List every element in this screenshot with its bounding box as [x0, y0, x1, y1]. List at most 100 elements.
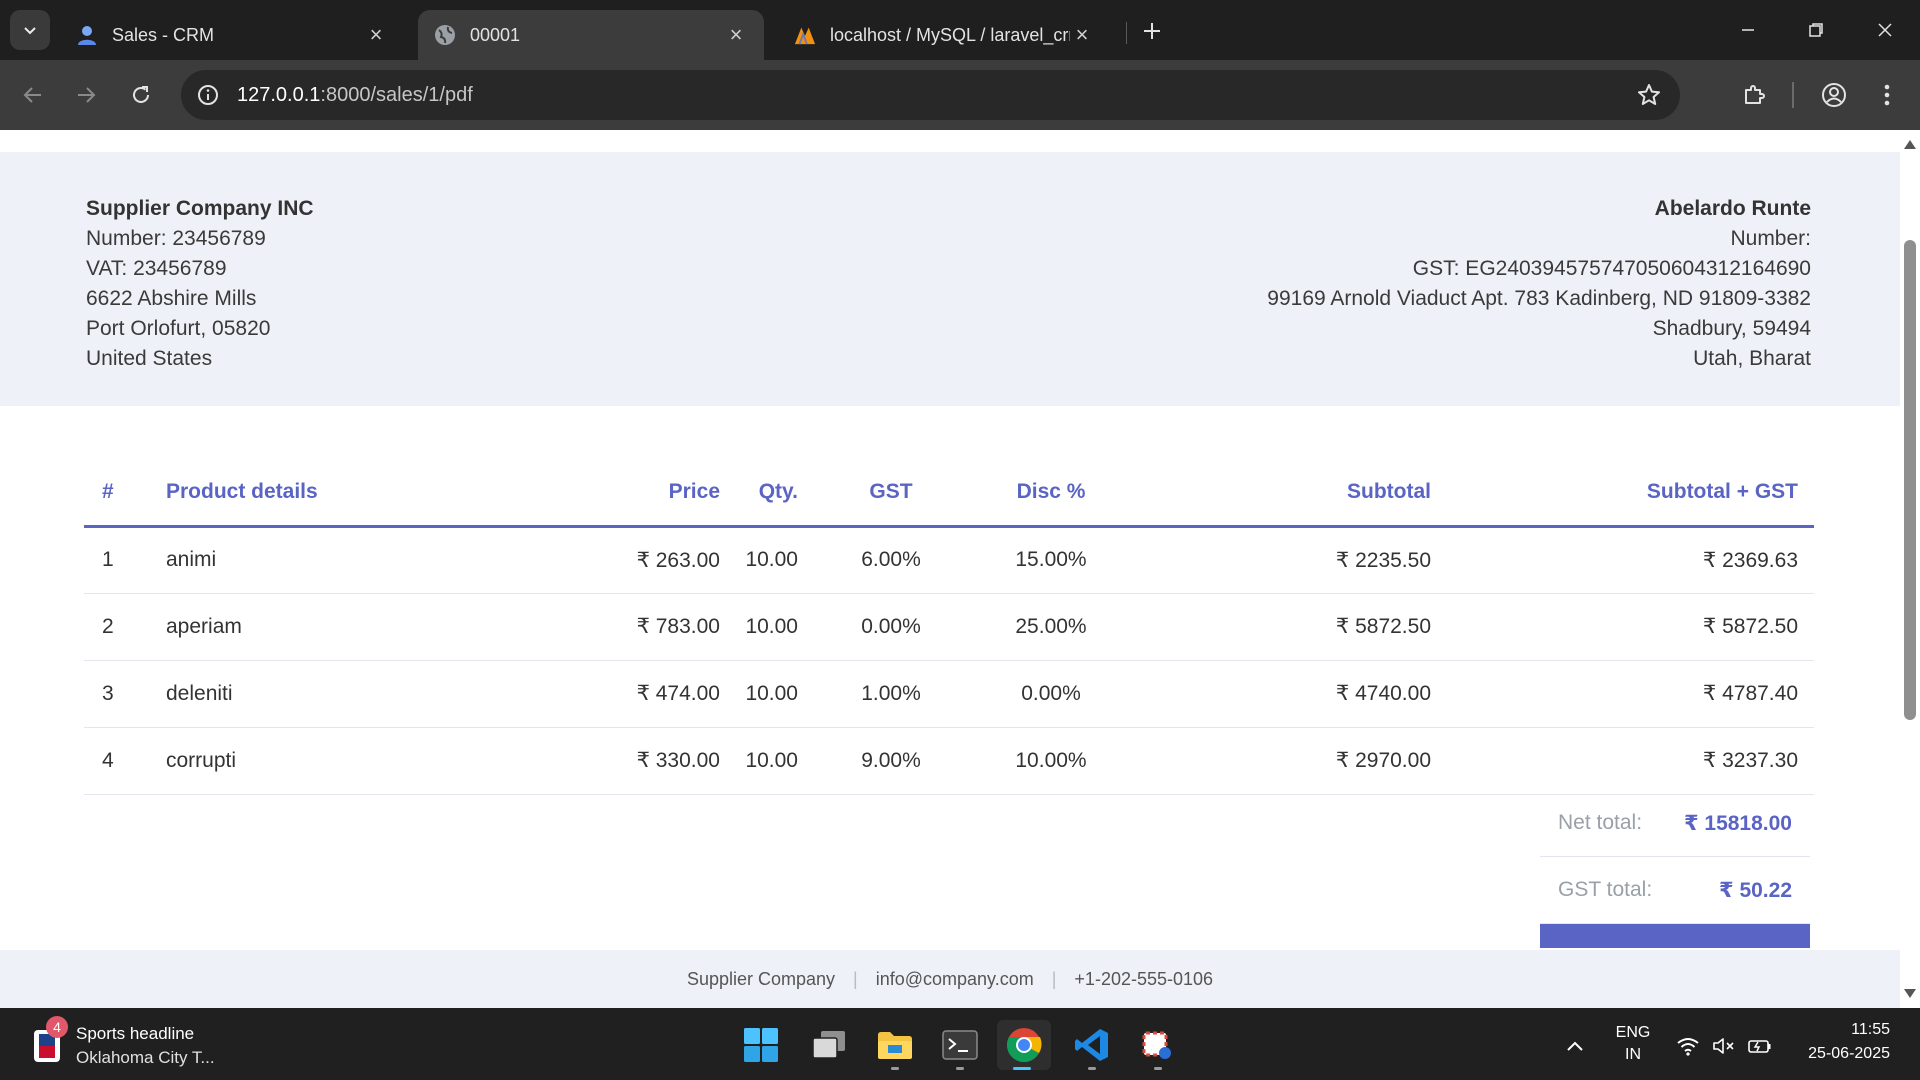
gst-total-row: GST total: ₹ 50.22 — [1540, 857, 1810, 924]
cell-index: 1 — [84, 526, 166, 594]
footer-separator: | — [1051, 968, 1057, 989]
supplier-name: Supplier Company INC — [86, 197, 314, 220]
chevron-down-icon — [24, 27, 36, 35]
close-icon[interactable]: × — [364, 22, 388, 47]
close-icon[interactable]: × — [1070, 22, 1094, 47]
cell-qty: 10.00 — [720, 526, 816, 594]
terminal-button[interactable] — [935, 1020, 985, 1070]
reload-icon — [133, 86, 149, 103]
snipping-tool-button[interactable] — [1133, 1020, 1183, 1070]
tab-00001[interactable]: 00001 × — [418, 10, 764, 60]
column-header-price: Price — [536, 460, 720, 528]
supplier-address1: 6622 Abshire Mills — [86, 287, 257, 310]
volume-muted-icon[interactable] — [1711, 1034, 1737, 1058]
cell-qty: 10.00 — [720, 593, 816, 661]
url-host: 127.0.0.1 — [237, 83, 321, 106]
cell-price: ₹ 263.00 — [536, 526, 720, 594]
cell-subtotal-gst: ₹ 4787.40 — [1431, 660, 1814, 728]
tab-phpmyadmin[interactable]: localhost / MySQL / laravel_crm × — [778, 10, 1110, 60]
cell-product: animi — [166, 526, 536, 594]
news-subtitle: Oklahoma City T... — [76, 1048, 215, 1067]
close-window-button[interactable] — [1861, 10, 1909, 50]
restore-icon — [1809, 23, 1823, 37]
vscode-button[interactable] — [1067, 1020, 1117, 1070]
minimize-button[interactable] — [1724, 10, 1772, 50]
clock-time[interactable]: 11:55 — [1790, 1021, 1890, 1039]
cell-subtotal: ₹ 5872.50 — [1136, 593, 1431, 661]
url-text: 127.0.0.1:8000/sales/1/pdf — [237, 84, 473, 107]
show-hidden-icons-button[interactable] — [1562, 1034, 1588, 1058]
language-bottom[interactable]: IN — [1610, 1046, 1656, 1064]
wifi-icon[interactable] — [1675, 1034, 1701, 1058]
reload-button[interactable] — [121, 75, 161, 115]
supplier-vat: VAT: 23456789 — [86, 257, 227, 280]
restore-button[interactable] — [1792, 10, 1840, 50]
new-tab-button[interactable] — [1136, 15, 1168, 47]
column-header-gst: GST — [816, 460, 966, 528]
phpmyadmin-icon — [794, 24, 816, 46]
table-row: 1 animi ₹ 263.00 10.00 6.00% 15.00% ₹ 22… — [84, 526, 1814, 594]
extensions-button[interactable] — [1734, 75, 1774, 115]
running-indicator — [1154, 1067, 1162, 1070]
battery-icon[interactable] — [1747, 1034, 1773, 1058]
back-button[interactable] — [13, 75, 53, 115]
browser-toolbar: 127.0.0.1:8000/sales/1/pdf — [0, 60, 1920, 130]
close-icon[interactable]: × — [724, 22, 748, 47]
scrollbar-thumb[interactable] — [1904, 240, 1916, 720]
cell-gst: 1.00% — [816, 660, 966, 728]
tab-title: 00001 — [470, 24, 521, 45]
clock-date[interactable]: 25-06-2025 — [1790, 1045, 1890, 1063]
tab-title: Sales - CRM — [112, 24, 215, 45]
cell-subtotal: ₹ 4740.00 — [1136, 660, 1431, 728]
column-header-product: Product details — [166, 460, 536, 528]
menu-button[interactable] — [1867, 75, 1907, 115]
minimize-icon — [1742, 29, 1754, 31]
customer-state: Utah, Bharat — [1693, 347, 1811, 370]
net-total-label: Net total: — [1558, 811, 1643, 834]
start-button[interactable] — [736, 1020, 786, 1070]
scroll-up-arrow-icon[interactable] — [1904, 140, 1916, 149]
customer-gst: GST: EG240394575747050604312164690 — [1412, 257, 1811, 280]
cell-index: 2 — [84, 593, 166, 661]
cell-subtotal-gst: ₹ 3237.30 — [1431, 727, 1814, 795]
column-header-qty: Qty. — [720, 460, 816, 528]
address-bar[interactable]: 127.0.0.1:8000/sales/1/pdf — [181, 70, 1680, 120]
tab-search-button[interactable] — [10, 10, 50, 50]
chrome-button[interactable] — [997, 1020, 1051, 1070]
windows-logo-icon — [744, 1028, 778, 1062]
cell-price: ₹ 783.00 — [536, 593, 720, 661]
task-view-icon — [812, 1031, 845, 1059]
table-row: 3 deleniti ₹ 474.00 10.00 1.00% 0.00% ₹ … — [84, 660, 1814, 728]
cell-discount: 15.00% — [966, 526, 1136, 594]
folder-icon — [878, 1032, 912, 1059]
column-header-index: # — [84, 460, 166, 528]
vscode-icon — [1075, 1029, 1108, 1061]
tab-sales-crm[interactable]: Sales - CRM × — [60, 10, 404, 60]
page-scrollbar[interactable] — [1900, 130, 1920, 1008]
cell-gst: 9.00% — [816, 727, 966, 795]
task-view-button[interactable] — [804, 1020, 854, 1070]
table-header-row: # Product details Price Qty. GST Disc % … — [84, 460, 1814, 528]
scroll-down-arrow-icon[interactable] — [1904, 989, 1916, 998]
forward-button[interactable] — [66, 75, 106, 115]
arrow-left-icon — [23, 87, 41, 103]
customer-address2: Shadbury, 59494 — [1652, 317, 1811, 340]
customer-address1: 99169 Arnold Viaduct Apt. 783 Kadinberg,… — [1267, 287, 1811, 310]
file-explorer-button[interactable] — [870, 1020, 920, 1070]
invoice-header: Supplier Company INC Number: 23456789 VA… — [0, 152, 1900, 406]
plus-icon — [1144, 23, 1160, 39]
notification-badge: 4 — [46, 1016, 68, 1038]
url-path: :8000/sales/1/pdf — [320, 83, 473, 106]
language-top[interactable]: ENG — [1610, 1024, 1656, 1042]
invoice-items-table: # Product details Price Qty. GST Disc % … — [84, 460, 1814, 795]
footer-phone: +1-202-555-0106 — [1074, 968, 1214, 989]
bookmark-star-icon[interactable] — [1634, 80, 1664, 110]
net-total-row: Net total: ₹ 15818.00 — [1540, 790, 1810, 857]
news-widget[interactable]: 4 Sports headline Oklahoma City T... — [34, 1016, 234, 1070]
cell-price: ₹ 330.00 — [536, 727, 720, 795]
gst-total-value: ₹ 50.22 — [1719, 878, 1792, 902]
site-info-icon[interactable] — [193, 80, 223, 110]
invoice-footer: Supplier Company | info@company.com | +1… — [0, 950, 1900, 1008]
running-indicator — [1088, 1067, 1096, 1070]
profile-button[interactable] — [1814, 75, 1854, 115]
